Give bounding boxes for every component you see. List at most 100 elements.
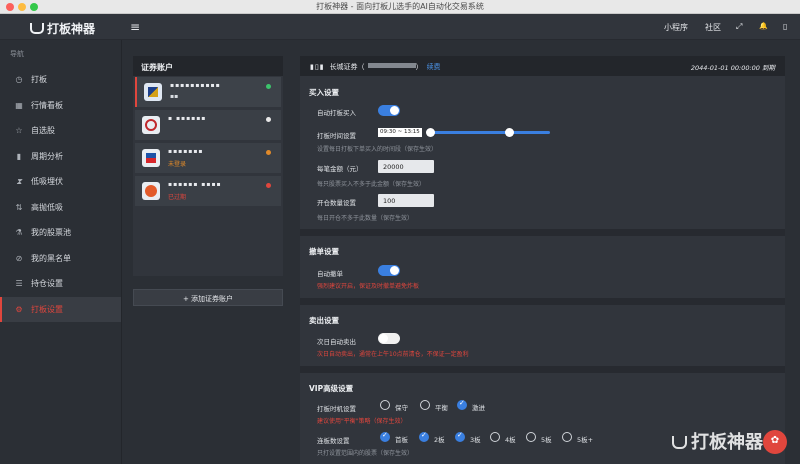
bar-chart-icon: ▮ — [16, 151, 22, 161]
cup-icon — [672, 436, 687, 449]
sidebar: 导航 ◷ 打板 ▦ 行情看板 ☆ 自选股 ▮ 周期分析 ⧗ 低吸埋伏 ⇅ 高抛低吸 ⚗ 我的股… — [0, 40, 122, 464]
auto-buy-label: 自动打板买入 — [317, 109, 356, 117]
list-icon: ☰ — [15, 279, 23, 289]
board-2-checkbox[interactable] — [419, 431, 429, 442]
timing-option-label: 平衡 — [435, 404, 448, 412]
settings-panel: ▮▯▮ 长城证券（）续费 2044-01-01 00:00:00 到期 买入设置 … — [300, 56, 785, 464]
settings-header: ▮▯▮ 长城证券（）续费 2044-01-01 00:00:00 到期 — [300, 56, 785, 76]
sidebar-item-swing[interactable]: ⇅ 高抛低吸 — [0, 195, 121, 221]
board-option-label: 3板 — [470, 436, 481, 444]
section-divider — [300, 366, 785, 373]
timing-warning: 建议使用"平衡"策略（保存生效） — [317, 418, 407, 425]
time-hint: 设置每日打板下单买入的时间段（保存生效） — [317, 146, 438, 153]
time-range-slider[interactable] — [426, 128, 550, 137]
buy-settings-title: 买入设置 — [309, 88, 339, 97]
status-dot — [266, 117, 271, 122]
nav-heading: 导航 — [10, 50, 24, 58]
sidebar-item-low-buy[interactable]: ⧗ 低吸埋伏 — [0, 169, 121, 195]
board-1-checkbox[interactable] — [380, 431, 390, 442]
gear-icon: ⚙ — [15, 304, 23, 314]
timing-balanced-radio[interactable] — [420, 400, 430, 410]
sidebar-item-market-board[interactable]: ▦ 行情看板 — [0, 93, 121, 119]
broker-logo-icon — [142, 116, 160, 134]
slider-end-handle[interactable] — [505, 128, 514, 137]
board-option-label: 5板 — [541, 436, 552, 444]
phone-icon[interactable]: ▯ — [783, 22, 787, 31]
accounts-title: 证券账户 — [133, 56, 283, 76]
board-option-label: 4板 — [505, 436, 516, 444]
sell-settings-title: 卖出设置 — [309, 316, 339, 325]
auto-cancel-toggle[interactable] — [378, 265, 400, 276]
sidebar-item-position-settings[interactable]: ☰ 持仓设置 — [0, 271, 121, 297]
app-logo[interactable]: 打板神器 — [30, 20, 95, 37]
timing-conservative-radio[interactable] — [380, 400, 390, 410]
accounts-panel: 证券账户 ▪▪▪▪▪▪▪▪▪▪ ▪▪ ▪ ▪▪▪▪▪▪ ▪▪▪▪▪▪▪ 未登录 … — [133, 56, 283, 276]
slider-start-handle[interactable] — [426, 128, 435, 137]
board-5-checkbox[interactable] — [526, 432, 536, 442]
clock-icon: ◷ — [15, 75, 23, 85]
auto-sell-toggle[interactable] — [378, 333, 400, 344]
broker-logo-icon — [144, 83, 162, 101]
broker-logo-icon — [142, 182, 160, 200]
amount-input[interactable]: 20000 — [378, 160, 434, 173]
timing-aggressive-radio[interactable] — [457, 399, 467, 410]
board-option-label: 首板 — [395, 436, 408, 444]
sidebar-item-cycle-analysis[interactable]: ▮ 周期分析 — [0, 144, 121, 170]
count-label: 开仓数量设置 — [317, 199, 356, 207]
auto-buy-toggle[interactable] — [378, 105, 400, 116]
time-range-input[interactable]: 09:30 ~ 13:15 — [378, 128, 422, 137]
top-bar: 打板神器 ≡ 小程序 社区 ⤢ 🔔 ▯ — [0, 14, 800, 40]
community-link[interactable]: 社区 — [705, 22, 721, 33]
shield-icon: ⊘ — [15, 253, 23, 263]
window-titlebar: 打板神器 - 面向打板儿选手的AI自动化交易系统 — [0, 0, 800, 14]
section-divider — [300, 229, 785, 236]
broker-flag-icon: ▮▯▮ — [310, 63, 325, 71]
amount-label: 每笔金额（元） — [317, 165, 363, 173]
board-count-label: 连板数设置 — [317, 437, 350, 445]
grid-icon: ▦ — [15, 100, 23, 110]
sidebar-item-watchlist[interactable]: ☆ 自选股 — [0, 118, 121, 144]
timing-option-label: 激进 — [472, 404, 485, 412]
bell-icon[interactable]: 🔔 — [759, 22, 768, 30]
account-item[interactable]: ▪ ▪▪▪▪▪▪ — [135, 110, 281, 140]
watermark: 打板神器 — [672, 428, 763, 454]
account-item[interactable]: ▪▪▪▪▪▪▪ 未登录 — [135, 143, 281, 173]
board-3-checkbox[interactable] — [455, 431, 465, 442]
add-account-button[interactable]: + 添加证券账户 — [133, 289, 283, 306]
board-hint: 只打设置范围内的股票（保存生效） — [317, 450, 414, 457]
account-item[interactable]: ▪▪▪▪▪▪ ▪▪▪▪ 已过期 — [135, 176, 281, 206]
cancel-warning: 强烈建议开启，保证及时撤单避免炸板 — [317, 283, 420, 290]
auto-sell-label: 次日自动卖出 — [317, 338, 356, 346]
fullscreen-icon[interactable]: ⤢ — [736, 22, 742, 32]
broker-info: ▮▯▮ 长城证券（）续费 — [310, 63, 441, 71]
floating-action-button[interactable]: ✿ — [763, 430, 787, 454]
swap-icon: ⇅ — [15, 202, 23, 212]
status-dot — [266, 150, 271, 155]
hourglass-icon: ⧗ — [16, 176, 22, 186]
sidebar-item-daban-settings[interactable]: ⚙ 打板设置 — [0, 296, 121, 322]
menu-icon[interactable]: ≡ — [130, 20, 140, 34]
account-item[interactable]: ▪▪▪▪▪▪▪▪▪▪ ▪▪ — [135, 77, 281, 107]
cup-icon — [30, 23, 44, 34]
sidebar-item-stock-pool[interactable]: ⚗ 我的股票池 — [0, 220, 121, 246]
status-dot — [266, 84, 271, 89]
renew-link[interactable]: 续费 — [427, 63, 441, 71]
sell-warning: 次日自动卖出，通常在上午10点前清仓，不保证一定盈利 — [317, 351, 469, 358]
amount-hint: 每只股票买入不多于此金额（保存生效） — [317, 181, 426, 188]
star-icon: ☆ — [15, 126, 23, 136]
board-option-label: 5板+ — [577, 436, 594, 444]
broker-logo-icon — [142, 149, 160, 167]
sidebar-item-daban[interactable]: ◷ 打板 — [0, 67, 121, 93]
sidebar-item-blacklist[interactable]: ⊘ 我的黑名单 — [0, 246, 121, 272]
count-input[interactable]: 100 — [378, 194, 434, 207]
count-hint: 每日开仓不多于此数量（保存生效） — [317, 215, 414, 222]
cancel-settings-title: 撤单设置 — [309, 247, 339, 256]
board-5plus-checkbox[interactable] — [562, 432, 572, 442]
board-option-label: 2板 — [434, 436, 445, 444]
auto-cancel-label: 自动撤单 — [317, 270, 343, 278]
section-divider — [300, 298, 785, 305]
expire-date: 2044-01-01 00:00:00 到期 — [690, 64, 775, 72]
mini-program-link[interactable]: 小程序 — [664, 22, 688, 33]
time-setting-label: 打板时间设置 — [317, 132, 356, 140]
board-4-checkbox[interactable] — [490, 432, 500, 442]
